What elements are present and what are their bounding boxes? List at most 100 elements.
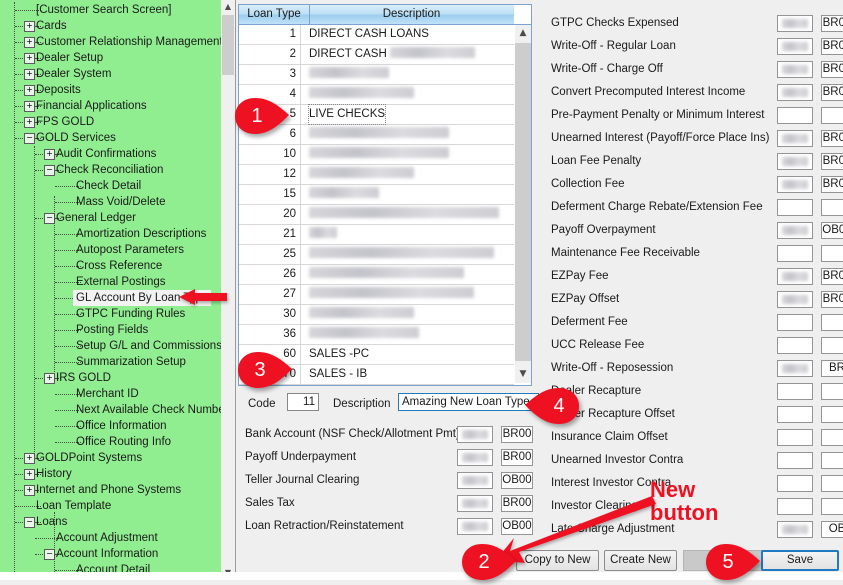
collapse-icon[interactable]: − — [24, 517, 35, 528]
gl-account-input[interactable] — [777, 199, 813, 216]
gl-account-input[interactable] — [777, 176, 813, 193]
sidebar-item-dealer-setup[interactable]: + Dealer Setup — [0, 50, 221, 66]
sidebar-item-gold-services[interactable]: − GOLD Services — [0, 130, 221, 146]
gl-branch-code-input[interactable]: BR — [821, 360, 843, 377]
expand-icon[interactable]: + — [24, 117, 35, 128]
gl-branch-code-input[interactable] — [821, 245, 843, 262]
sidebar-item-account-information[interactable]: − Account Information — [0, 546, 221, 562]
code-input[interactable]: 11 — [287, 393, 319, 411]
gl-branch-code-input[interactable] — [821, 406, 843, 423]
gl-account-input[interactable] — [777, 429, 813, 446]
gl-branch-code-input[interactable] — [821, 498, 843, 515]
column-header-blank[interactable] — [514, 5, 531, 24]
expand-icon[interactable]: + — [24, 53, 35, 64]
gl-account-input[interactable] — [777, 337, 813, 354]
expand-icon[interactable]: + — [24, 485, 35, 496]
gl-account-input[interactable] — [777, 406, 813, 423]
collapse-icon[interactable]: − — [44, 165, 55, 176]
gl-account-input[interactable] — [457, 426, 493, 443]
gl-account-input[interactable] — [777, 222, 813, 239]
gl-account-input[interactable] — [777, 360, 813, 377]
grid-scrollbar[interactable]: ▲ ▼ — [515, 25, 531, 383]
table-row[interactable]: 27 — [239, 285, 514, 305]
table-row[interactable]: 36 — [239, 325, 514, 345]
gl-account-input[interactable] — [457, 472, 493, 489]
expand-icon[interactable]: + — [44, 149, 55, 160]
table-row[interactable]: 10 — [239, 145, 514, 165]
table-row[interactable]: 3 — [239, 65, 514, 85]
sidebar-item-customer-search-screen[interactable]: [Customer Search Screen] — [0, 2, 221, 18]
table-row[interactable]: 15 — [239, 185, 514, 205]
expand-icon[interactable]: + — [24, 469, 35, 480]
gl-branch-code-input[interactable]: BR00 — [821, 153, 843, 170]
sidebar-item-cards[interactable]: + Cards — [0, 18, 221, 34]
table-row[interactable]: 26 — [239, 265, 514, 285]
gl-branch-code-input[interactable]: BR00 — [821, 61, 843, 78]
expand-icon[interactable]: + — [24, 69, 35, 80]
table-row[interactable]: 20 — [239, 205, 514, 225]
table-row[interactable]: 12 — [239, 165, 514, 185]
gl-account-input[interactable] — [777, 268, 813, 285]
sidebar-item-financial-applications[interactable]: + Financial Applications — [0, 98, 221, 114]
loan-type-grid[interactable]: Loan Type Description 1 DIRECT CASH LOANS… — [238, 4, 532, 386]
gl-branch-code-input[interactable]: BR00 — [821, 291, 843, 308]
gl-branch-code-input[interactable]: BR00 — [501, 449, 533, 466]
gl-branch-code-input[interactable] — [821, 314, 843, 331]
gl-account-input[interactable] — [777, 475, 813, 492]
gl-branch-code-input[interactable]: OB — [821, 521, 843, 538]
gl-account-input[interactable] — [777, 291, 813, 308]
sidebar-item-loan-template[interactable]: Loan Template — [0, 498, 221, 514]
column-header-loan-type[interactable]: Loan Type — [239, 5, 310, 24]
expand-icon[interactable]: + — [24, 101, 35, 112]
column-header-description[interactable]: Description — [309, 5, 515, 24]
table-row[interactable]: 30 — [239, 305, 514, 325]
gl-branch-code-input[interactable] — [821, 337, 843, 354]
sidebar-scroll-thumb[interactable] — [222, 15, 234, 75]
gl-branch-code-input[interactable] — [821, 383, 843, 400]
gl-account-input[interactable] — [777, 130, 813, 147]
gl-account-input[interactable] — [777, 521, 813, 538]
sidebar-item-deposits[interactable]: + Deposits — [0, 82, 221, 98]
gl-account-input[interactable] — [777, 84, 813, 101]
gl-branch-code-input[interactable]: BR00 — [821, 15, 843, 32]
table-row[interactable]: 25 — [239, 245, 514, 265]
gl-account-input[interactable] — [777, 383, 813, 400]
gl-branch-code-input[interactable]: BR00 — [501, 426, 533, 443]
sidebar-item-account-adjustment[interactable]: Account Adjustment — [0, 530, 221, 546]
grid-scroll-thumb[interactable] — [515, 43, 531, 361]
table-row[interactable]: 21 — [239, 225, 514, 245]
expand-icon[interactable]: + — [44, 373, 55, 384]
gl-branch-code-input[interactable]: BR00 — [821, 38, 843, 55]
sidebar-item-fps-gold[interactable]: + FPS GOLD — [0, 114, 221, 130]
gl-account-input[interactable] — [777, 38, 813, 55]
table-row[interactable]: 2 DIRECT CASH — [239, 45, 514, 65]
gl-branch-code-input[interactable]: BR00 — [821, 176, 843, 193]
expand-icon[interactable]: + — [24, 21, 35, 32]
sidebar-item-dealer-system[interactable]: + Dealer System — [0, 66, 221, 82]
gl-account-input[interactable] — [777, 314, 813, 331]
gl-branch-code-input[interactable]: BR00 — [821, 130, 843, 147]
gl-branch-code-input[interactable]: OB00 — [821, 222, 843, 239]
gl-branch-code-input[interactable]: OB00 — [501, 472, 533, 489]
collapse-icon[interactable]: − — [24, 133, 35, 144]
expand-icon[interactable]: + — [24, 37, 35, 48]
gl-account-input[interactable] — [777, 153, 813, 170]
sidebar-item-internet-and-phone-systems[interactable]: + Internet and Phone Systems — [0, 482, 221, 498]
gl-account-input[interactable] — [457, 449, 493, 466]
gl-account-input[interactable] — [777, 498, 813, 515]
gl-branch-code-input[interactable] — [821, 475, 843, 492]
gl-branch-code-input[interactable]: BR00 — [821, 84, 843, 101]
save-button[interactable]: Save — [761, 550, 839, 571]
gl-branch-code-input[interactable] — [821, 199, 843, 216]
expand-icon[interactable]: + — [24, 85, 35, 96]
loan-type-grid-body[interactable]: 1 DIRECT CASH LOANS 2 DIRECT CASH 3 4 5 LIVE C… — [239, 25, 514, 385]
gl-branch-code-input[interactable] — [821, 429, 843, 446]
gl-branch-code-input[interactable] — [821, 107, 843, 124]
grid-scroll-down-icon[interactable]: ▼ — [515, 366, 531, 383]
gl-account-input[interactable] — [777, 452, 813, 469]
gl-account-input[interactable] — [777, 245, 813, 262]
gl-branch-code-input[interactable]: BR00 — [821, 268, 843, 285]
grid-scroll-up-icon[interactable]: ▲ — [515, 25, 531, 42]
gl-account-input[interactable] — [777, 15, 813, 32]
sidebar-item-history[interactable]: + History — [0, 466, 221, 482]
